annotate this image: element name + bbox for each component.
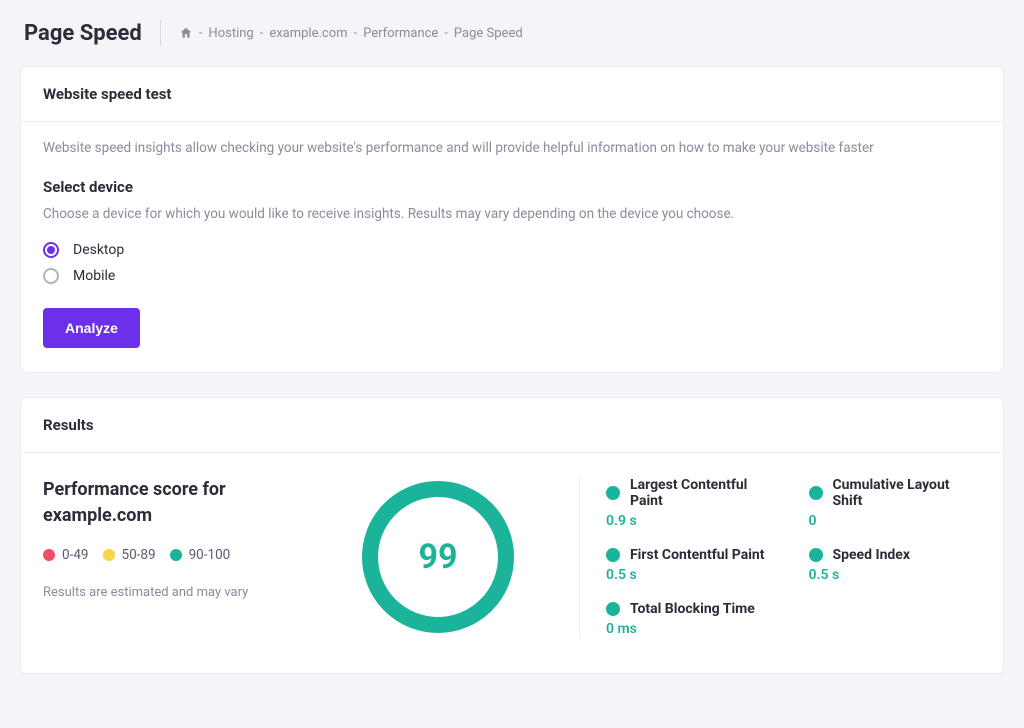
legend-dot-icon <box>103 549 115 561</box>
legend-range: 0-49 <box>62 547 89 563</box>
legend-dot-icon <box>43 549 55 561</box>
legend-item-high: 90-100 <box>170 547 231 563</box>
metric-cls: Cumulative Layout Shift 0 <box>809 477 982 529</box>
metrics-divider <box>579 477 580 637</box>
breadcrumb-item[interactable]: Hosting <box>208 26 253 41</box>
metric-name: Speed Index <box>833 547 911 563</box>
results-card: Results Performance score for example.co… <box>20 397 1004 674</box>
metric-fcp: First Contentful Paint 0.5 s <box>606 547 779 583</box>
metric-name: Total Blocking Time <box>630 601 755 617</box>
speed-test-header: Website speed test <box>21 67 1003 122</box>
device-radio-group: Desktop Mobile <box>43 242 981 284</box>
breadcrumb: - Hosting - example.com - Performance - … <box>179 26 523 41</box>
breadcrumb-sep: - <box>444 26 448 41</box>
speed-test-intro: Website speed insights allow checking yo… <box>43 140 981 156</box>
breadcrumb-item[interactable]: Performance <box>363 26 438 41</box>
score-note: Results are estimated and may vary <box>43 585 323 600</box>
legend-item-low: 0-49 <box>43 547 89 563</box>
results-header: Results <box>21 398 1003 453</box>
metric-tbt: Total Blocking Time 0 ms <box>606 601 779 637</box>
radio-label: Mobile <box>73 268 115 284</box>
breadcrumb-item[interactable]: example.com <box>269 26 347 41</box>
metric-lcp: Largest Contentful Paint 0.9 s <box>606 477 779 529</box>
legend-item-mid: 50-89 <box>103 547 156 563</box>
metrics-grid: Largest Contentful Paint 0.9 s Cumulativ… <box>606 477 981 637</box>
legend-range: 50-89 <box>122 547 156 563</box>
score-domain: example.com <box>43 505 152 526</box>
metric-value: 0.5 s <box>606 567 779 583</box>
select-device-label: Select device <box>43 178 981 196</box>
metric-name: Cumulative Layout Shift <box>833 477 982 509</box>
score-value: 99 <box>358 477 518 637</box>
breadcrumb-item[interactable]: Page Speed <box>454 26 523 41</box>
select-device-hint: Choose a device for which you would like… <box>43 206 981 222</box>
metric-value: 0 <box>809 513 982 529</box>
metric-value: 0.5 s <box>809 567 982 583</box>
score-title: Performance score for example.com <box>43 477 323 529</box>
legend-range: 90-100 <box>189 547 231 563</box>
radio-mobile[interactable]: Mobile <box>43 268 981 284</box>
header-divider <box>160 20 161 46</box>
score-title-prefix: Performance score for <box>43 479 226 500</box>
home-icon[interactable] <box>179 26 193 40</box>
page-title: Page Speed <box>24 21 142 46</box>
metric-name: Largest Contentful Paint <box>630 477 779 509</box>
metric-value: 0.9 s <box>606 513 779 529</box>
metric-dot-icon <box>809 548 823 562</box>
metric-dot-icon <box>606 486 620 500</box>
metric-dot-icon <box>606 548 620 562</box>
breadcrumb-sep: - <box>199 26 203 41</box>
metric-dot-icon <box>606 602 620 616</box>
speed-test-card: Website speed test Website speed insight… <box>20 66 1004 373</box>
score-gauge: 99 <box>323 477 553 637</box>
score-legend: 0-49 50-89 90-100 <box>43 547 323 563</box>
radio-circle-icon <box>43 268 59 284</box>
legend-dot-icon <box>170 549 182 561</box>
breadcrumb-sep: - <box>260 26 264 41</box>
radio-desktop[interactable]: Desktop <box>43 242 981 258</box>
metric-value: 0 ms <box>606 621 779 637</box>
breadcrumb-sep: - <box>354 26 358 41</box>
score-summary: Performance score for example.com 0-49 5… <box>43 477 323 637</box>
radio-circle-icon <box>43 242 59 258</box>
metric-dot-icon <box>809 486 823 500</box>
metric-name: First Contentful Paint <box>630 547 764 563</box>
metric-si: Speed Index 0.5 s <box>809 547 982 583</box>
radio-label: Desktop <box>73 242 124 258</box>
analyze-button[interactable]: Analyze <box>43 308 140 348</box>
